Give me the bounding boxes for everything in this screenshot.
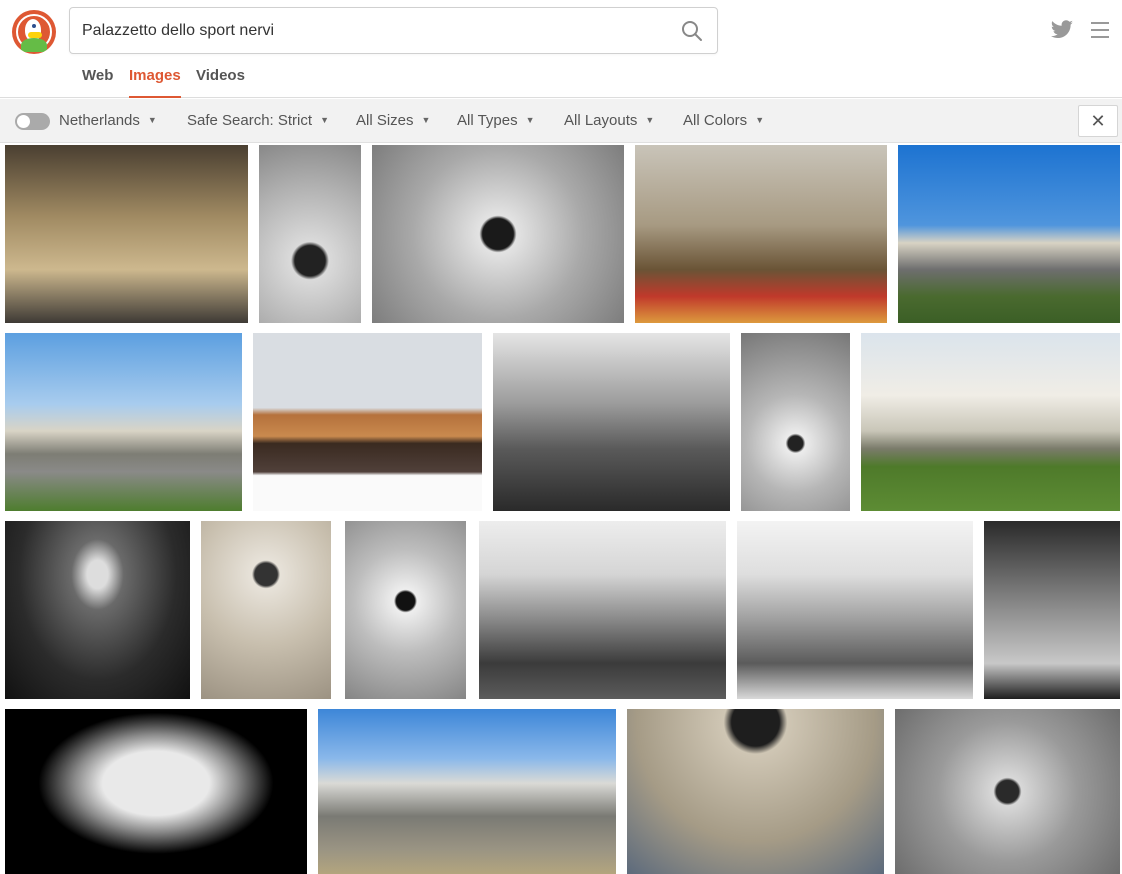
region-filter[interactable]: Netherlands ▼ <box>59 112 157 129</box>
duckduckgo-logo[interactable] <box>12 10 56 54</box>
logo-duck-eye <box>32 24 36 28</box>
caret-down-icon: ▼ <box>320 115 329 125</box>
size-filter-label: All Sizes <box>356 112 414 129</box>
image-result[interactable] <box>741 333 850 511</box>
image-result[interactable] <box>627 709 884 874</box>
image-result[interactable] <box>5 333 242 511</box>
image-result[interactable] <box>372 145 624 323</box>
tab-web[interactable]: Web <box>82 66 113 98</box>
region-filter-label: Netherlands <box>59 112 140 129</box>
image-result[interactable] <box>898 145 1120 323</box>
region-toggle[interactable] <box>15 113 50 130</box>
tab-images[interactable]: Images <box>129 66 181 98</box>
type-filter-label: All Types <box>457 112 518 129</box>
image-result[interactable] <box>259 145 361 323</box>
layout-filter[interactable]: All Layouts ▼ <box>564 112 654 129</box>
image-result[interactable] <box>737 521 973 699</box>
size-filter[interactable]: All Sizes ▼ <box>356 112 430 129</box>
caret-down-icon: ▼ <box>645 115 655 125</box>
color-filter[interactable]: All Colors ▼ <box>683 112 764 129</box>
header: Web Images Videos <box>0 0 1122 98</box>
color-filter-label: All Colors <box>683 112 748 129</box>
image-result[interactable] <box>635 145 887 323</box>
image-result[interactable] <box>201 521 331 699</box>
close-icon: ✕ <box>1090 111 1106 131</box>
image-result[interactable] <box>5 521 190 699</box>
logo-duck-body <box>21 38 47 52</box>
safe-search-filter[interactable]: Safe Search: Strict ▼ <box>187 112 329 129</box>
image-result[interactable] <box>479 521 726 699</box>
safe-search-label: Safe Search: Strict <box>187 112 313 129</box>
type-filter[interactable]: All Types ▼ <box>457 112 535 129</box>
filter-bar: Netherlands ▼ Safe Search: Strict ▼ All Si… <box>0 99 1122 143</box>
search-input[interactable] <box>82 8 662 53</box>
image-result[interactable] <box>5 145 248 323</box>
twitter-icon[interactable] <box>1050 20 1074 40</box>
search-icon[interactable] <box>681 20 703 42</box>
search-box <box>69 7 718 54</box>
image-result[interactable] <box>318 709 616 874</box>
caret-down-icon: ▼ <box>755 115 765 125</box>
image-result[interactable] <box>345 521 466 699</box>
image-result[interactable] <box>861 333 1120 511</box>
caret-down-icon: ▼ <box>525 115 535 125</box>
caret-down-icon: ▼ <box>147 115 157 125</box>
image-result[interactable] <box>5 709 307 874</box>
hamburger-menu-icon[interactable] <box>1091 22 1109 38</box>
tab-videos[interactable]: Videos <box>196 66 245 98</box>
toggle-knob <box>17 115 30 128</box>
image-result[interactable] <box>895 709 1120 874</box>
image-result[interactable] <box>984 521 1120 699</box>
image-result[interactable] <box>253 333 482 511</box>
close-filters-button[interactable]: ✕ <box>1078 105 1118 137</box>
caret-down-icon: ▼ <box>421 115 431 125</box>
image-result[interactable] <box>493 333 730 511</box>
layout-filter-label: All Layouts <box>564 112 638 129</box>
